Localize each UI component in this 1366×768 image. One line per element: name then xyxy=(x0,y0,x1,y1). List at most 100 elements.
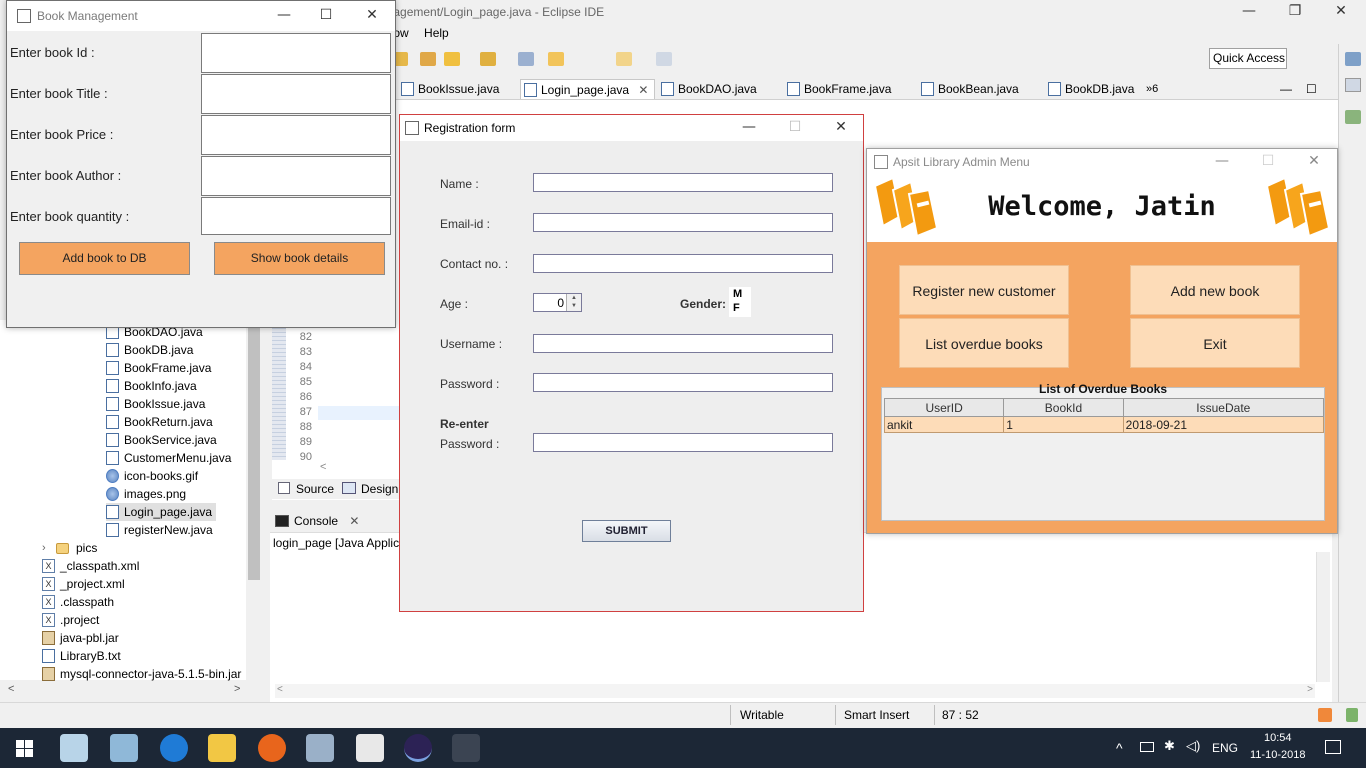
edge-icon[interactable] xyxy=(160,734,188,762)
tree-item[interactable]: CustomerMenu.java xyxy=(106,449,231,467)
close-button[interactable]: ✕ xyxy=(1291,150,1337,174)
tree-scroll-thumb[interactable] xyxy=(248,325,260,580)
tree-item[interactable]: icon-books.gif xyxy=(106,467,198,485)
console-vertical-scrollbar[interactable] xyxy=(1316,552,1330,682)
chevron-up-icon[interactable]: ^ xyxy=(1116,740,1123,756)
password-field[interactable] xyxy=(533,373,833,392)
gender-option-f[interactable]: F xyxy=(733,301,751,315)
add-new-book-button[interactable]: Add new book xyxy=(1130,265,1300,315)
list-overdue-button[interactable]: List overdue books xyxy=(899,318,1069,368)
clock-time[interactable]: 10:54 xyxy=(1264,732,1292,744)
photos-icon[interactable] xyxy=(306,734,334,762)
chevron-right-icon[interactable]: › xyxy=(42,539,46,557)
column-header[interactable]: UserID xyxy=(883,398,1005,417)
chevron-left-icon[interactable]: < xyxy=(8,683,14,695)
tree-item[interactable]: BookFrame.java xyxy=(106,359,211,377)
java-app-taskbar-icon[interactable] xyxy=(452,734,480,762)
tree-item[interactable]: BookIssue.java xyxy=(106,395,205,413)
toolbar-folder-icon[interactable] xyxy=(420,52,436,66)
file-explorer-icon[interactable] xyxy=(208,734,236,762)
tree-item[interactable]: images.png xyxy=(106,485,186,503)
tree-item[interactable]: java-pbl.jar xyxy=(42,629,119,647)
tree-item[interactable]: BookService.java xyxy=(106,431,217,449)
tree-horizontal-scrollbar[interactable]: < > xyxy=(0,682,262,698)
tree-item[interactable]: X .classpath xyxy=(42,593,114,611)
maximize-button[interactable]: ☐ xyxy=(1245,150,1291,174)
reenter-password-field[interactable] xyxy=(533,433,833,452)
paint-icon[interactable] xyxy=(60,734,88,762)
progress-icon[interactable] xyxy=(1346,708,1358,722)
toolbar-back-arrow-icon[interactable] xyxy=(616,52,632,66)
minimize-button[interactable]: — xyxy=(261,4,307,28)
age-spinner[interactable]: 0 ▲ ▼ xyxy=(533,293,582,312)
close-console-icon[interactable]: ✕ xyxy=(349,514,359,528)
tree-item[interactable]: registerNew.java xyxy=(106,521,213,539)
toolbar-search-icon[interactable] xyxy=(444,52,460,66)
submit-button[interactable]: SUBMIT xyxy=(582,520,671,542)
name-field[interactable] xyxy=(533,173,833,192)
tab-console[interactable]: Console ✕ xyxy=(272,510,359,532)
clock-date[interactable]: 11-10-2018 xyxy=(1250,749,1305,761)
toolbar-forward-arrow-icon[interactable] xyxy=(656,52,672,66)
eclipse-minimize-button[interactable]: — xyxy=(1226,0,1272,24)
chevron-left-icon[interactable]: < xyxy=(320,461,326,473)
tree-item[interactable]: LibraryB.txt xyxy=(42,647,121,665)
eclipse-close-button[interactable]: ✕ xyxy=(1318,0,1364,24)
table-cell[interactable]: 2018-09-21 xyxy=(1122,416,1325,433)
minimize-button[interactable]: — xyxy=(1199,150,1245,174)
tab-bookframe[interactable]: BookFrame.java xyxy=(784,79,891,99)
tab-bookbean[interactable]: BookBean.java xyxy=(918,79,1019,99)
email-field[interactable] xyxy=(533,213,833,232)
editor-maximize-icon[interactable]: ☐ xyxy=(1306,79,1317,99)
chevron-right-icon[interactable]: > xyxy=(234,683,240,695)
tree-item[interactable]: BookDB.java xyxy=(106,341,193,359)
open-perspective-icon[interactable] xyxy=(1345,52,1361,66)
notepad-icon[interactable] xyxy=(110,734,138,762)
tree-item[interactable]: X .project xyxy=(42,611,99,629)
book-price-field[interactable] xyxy=(201,115,391,155)
book-title-field[interactable] xyxy=(201,74,391,114)
contact-field[interactable] xyxy=(533,254,833,273)
console-horizontal-scrollbar[interactable]: < > xyxy=(275,684,1315,698)
volume-icon[interactable]: ◁) xyxy=(1186,738,1200,754)
tree-item-selected[interactable]: Login_page.java xyxy=(106,503,217,521)
chevron-right-icon[interactable]: > xyxy=(1307,684,1313,695)
tab-bookissue[interactable]: BookIssue.java xyxy=(398,79,499,99)
toolbar-prev-annotation-icon[interactable] xyxy=(518,52,534,66)
tab-login-page[interactable]: Login_page.java ✕ xyxy=(520,79,656,99)
column-header[interactable]: BookId xyxy=(1003,398,1124,417)
mail-icon[interactable] xyxy=(356,734,384,762)
quick-access-field[interactable]: Quick Access xyxy=(1209,48,1287,69)
wifi-icon[interactable]: ✱ xyxy=(1164,738,1175,754)
maximize-button[interactable]: ☐ xyxy=(772,116,818,140)
minimize-button[interactable]: — xyxy=(726,116,772,140)
table-cell[interactable]: ankit xyxy=(883,416,1005,433)
gender-list[interactable]: M F xyxy=(729,287,751,317)
tree-item[interactable]: X _project.xml xyxy=(42,575,125,593)
maximize-button[interactable]: ☐ xyxy=(303,4,349,28)
exit-button[interactable]: Exit xyxy=(1130,318,1300,368)
close-button[interactable]: ✕ xyxy=(818,116,864,140)
eclipse-icon[interactable] xyxy=(404,734,432,762)
start-windows-icon[interactable] xyxy=(16,740,33,757)
register-customer-button[interactable]: Register new customer xyxy=(899,265,1069,315)
menu-help[interactable]: Help xyxy=(424,26,449,40)
gender-option-m[interactable]: M xyxy=(733,287,751,301)
chevron-left-icon[interactable]: < xyxy=(277,684,283,695)
add-book-button[interactable]: Add book to DB xyxy=(19,242,190,275)
spinner-arrows[interactable]: ▲ ▼ xyxy=(566,294,581,311)
more-tabs-button[interactable]: »6 xyxy=(1146,79,1158,99)
tree-item[interactable]: mysql-connector-java-5.1.5-bin.jar xyxy=(42,665,241,683)
tree-item[interactable]: BookInfo.java xyxy=(106,377,197,395)
book-quantity-field[interactable] xyxy=(201,197,391,235)
tree-item-folder[interactable]: › pics xyxy=(40,539,97,557)
toolbar-back-icon[interactable] xyxy=(548,52,564,66)
column-header[interactable]: IssueDate xyxy=(1122,398,1325,417)
rss-icon[interactable] xyxy=(1318,708,1332,722)
firefox-icon[interactable] xyxy=(258,734,286,762)
tab-bookdao[interactable]: BookDAO.java xyxy=(658,79,757,99)
tree-item[interactable]: X _classpath.xml xyxy=(42,557,139,575)
language-indicator[interactable]: ENG xyxy=(1212,741,1238,755)
tab-bookdb[interactable]: BookDB.java xyxy=(1045,79,1134,99)
notification-icon[interactable] xyxy=(1325,740,1341,754)
